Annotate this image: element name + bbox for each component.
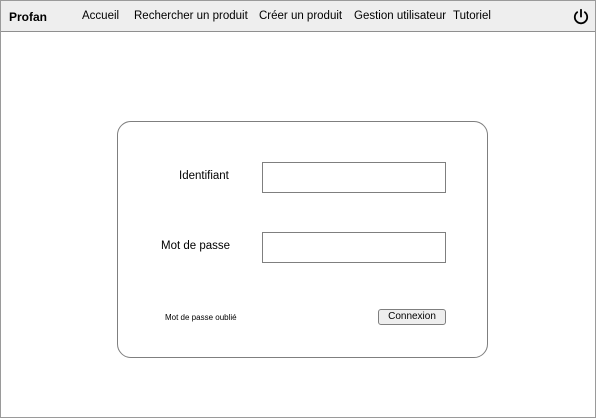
brand-logo: Profan — [9, 10, 48, 24]
username-label: Identifiant — [179, 170, 229, 182]
power-icon[interactable] — [572, 8, 590, 26]
nav-item-accueil[interactable]: Accueil — [82, 10, 119, 22]
top-navbar: Profan Accueil Rechercher un produit Cré… — [1, 1, 595, 32]
password-field[interactable] — [262, 232, 446, 263]
nav-item-rechercher-produit[interactable]: Rechercher un produit — [134, 10, 248, 22]
username-field[interactable] — [262, 162, 446, 193]
app-window: Profan Accueil Rechercher un produit Cré… — [0, 0, 596, 418]
forgot-password-link[interactable]: Mot de passe oublié — [165, 313, 237, 322]
nav-item-tutoriel[interactable]: Tutoriel — [453, 10, 491, 22]
nav-item-creer-produit[interactable]: Créer un produit — [259, 10, 342, 22]
nav-item-gestion-utilisateur[interactable]: Gestion utilisateur — [354, 10, 446, 22]
password-label: Mot de passe — [161, 240, 231, 252]
login-panel: Identifiant Mot de passe Mot de passe ou… — [117, 121, 488, 358]
login-button[interactable]: Connexion — [378, 309, 446, 325]
